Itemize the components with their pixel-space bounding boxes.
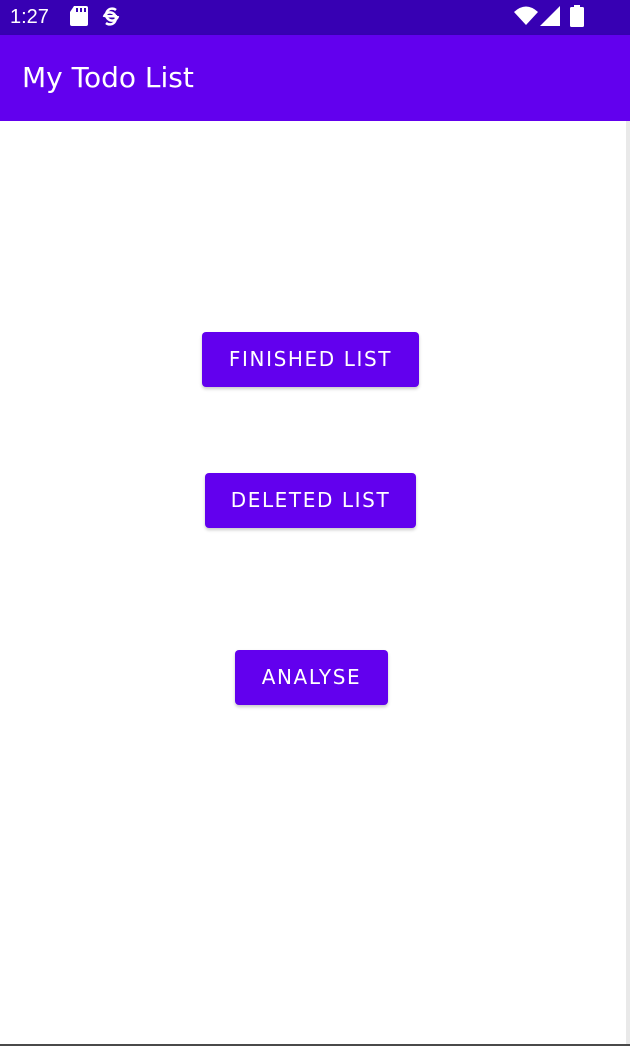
- status-bar: 1:27: [0, 0, 630, 35]
- status-time: 1:27: [10, 6, 49, 28]
- main-content: [0, 121, 626, 1044]
- scroll-edge: [626, 121, 630, 1044]
- app-title: My Todo List: [22, 61, 194, 94]
- sync-icon: [102, 7, 120, 26]
- cellular-signal-icon: [540, 6, 560, 26]
- sd-card-icon: [70, 6, 88, 26]
- app-bar: My Todo List: [0, 35, 630, 121]
- finished-list-button[interactable]: FINISHED LIST: [202, 332, 419, 387]
- deleted-list-button[interactable]: DELETED LIST: [205, 473, 416, 528]
- wifi-icon: [514, 6, 538, 25]
- analyse-button[interactable]: ANALYSE: [235, 650, 388, 705]
- battery-icon: [570, 5, 584, 27]
